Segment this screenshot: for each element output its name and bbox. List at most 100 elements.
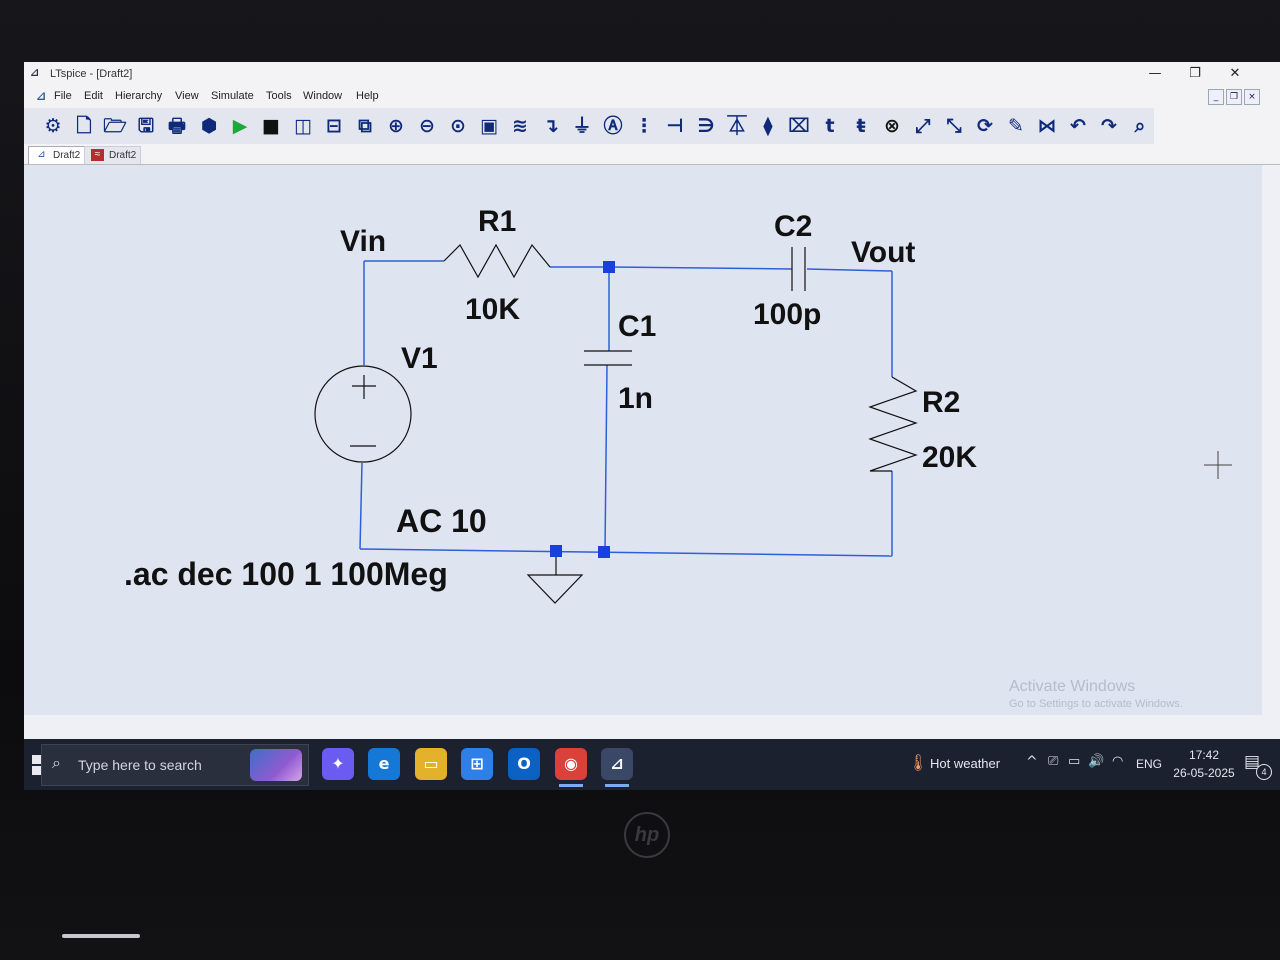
spice-directive[interactable]: .ac dec 100 1 100Meg: [124, 556, 448, 592]
autorange-icon[interactable]: ▣: [476, 114, 502, 138]
inductor-icon[interactable]: ∋: [693, 114, 719, 138]
save-icon[interactable]: 🖫: [133, 114, 159, 138]
ltspice-icon[interactable]: ⊿: [601, 748, 633, 787]
wire-bottom: [359, 548, 893, 557]
new-schematic-icon[interactable]: 🗋: [71, 114, 97, 138]
capacitor-c1[interactable]: [584, 350, 632, 366]
redo-icon[interactable]: ↷: [1096, 114, 1122, 138]
ac-analysis-icon[interactable]: ⬢: [196, 114, 222, 138]
menu-view[interactable]: View: [175, 90, 199, 102]
chevron-up-icon[interactable]: ^: [1026, 754, 1038, 770]
menu-edit[interactable]: Edit: [84, 90, 103, 102]
voltage-source-v1[interactable]: [314, 365, 412, 463]
v1-value[interactable]: AC 10: [396, 503, 487, 539]
clock-time[interactable]: 17:42: [1176, 748, 1232, 762]
edit-icon[interactable]: ✎: [1003, 114, 1029, 138]
move-icon[interactable]: ⤢: [910, 114, 936, 138]
waveform-icon[interactable]: ≋: [507, 114, 533, 138]
schematic-drawing[interactable]: Vin R1 10K C1 1n C2 100p Vout R2 20K V1 …: [24, 165, 1262, 715]
chrome-icon[interactable]: ◉: [555, 748, 587, 787]
minimize-button[interactable]: —: [1138, 64, 1172, 84]
file-explorer-icon[interactable]: ▭: [415, 748, 447, 780]
battery-icon[interactable]: ▭: [1068, 754, 1080, 769]
microsoft-store-icon[interactable]: ⊞: [461, 748, 493, 780]
tab-bar: ⊿ Draft2 ≈ Draft2: [24, 144, 1280, 165]
diode-icon[interactable]: ⏄: [724, 114, 750, 138]
delete-icon[interactable]: ⊗: [879, 114, 905, 138]
zoom-out-icon[interactable]: ⊖: [414, 114, 440, 138]
net-label-vout[interactable]: Vout: [851, 236, 915, 269]
close-button[interactable]: ✕: [1218, 64, 1252, 84]
resistor-r1[interactable]: [443, 243, 551, 279]
horizontal-scrollbar[interactable]: [24, 715, 1280, 739]
mdi-restore-button[interactable]: ❐: [1226, 89, 1242, 105]
run-icon[interactable]: ▶: [227, 114, 253, 138]
tile-horizontal-icon[interactable]: ⊟: [321, 114, 347, 138]
r1-value[interactable]: 10K: [465, 293, 520, 326]
find-icon[interactable]: ⌕: [1127, 114, 1153, 138]
control-panel-icon[interactable]: ⚙: [40, 114, 66, 138]
edge-icon[interactable]: e: [368, 748, 400, 780]
resistor-icon[interactable]: ⋮: [631, 114, 657, 138]
zoom-in-icon[interactable]: ⊕: [383, 114, 409, 138]
ground-icon[interactable]: ⏚: [569, 114, 595, 138]
r1-name[interactable]: R1: [478, 205, 516, 238]
c1-name[interactable]: C1: [618, 310, 656, 343]
menu-hierarchy[interactable]: Hierarchy: [115, 90, 162, 102]
menu-help[interactable]: Help: [356, 90, 379, 102]
halt-icon[interactable]: ■: [258, 114, 284, 138]
zoom-fit-icon[interactable]: ⊙: [445, 114, 471, 138]
ltspice-app-icon: ⊿: [30, 66, 40, 79]
volume-icon[interactable]: 🔊: [1088, 754, 1104, 769]
notification-count: 4: [1256, 764, 1272, 780]
menu-tools[interactable]: Tools: [266, 90, 292, 102]
copilot-icon[interactable]: ✦: [322, 748, 354, 780]
meet-now-icon[interactable]: ⎚: [1048, 754, 1058, 769]
document-icon[interactable]: ⊿: [36, 89, 46, 103]
spice-directive-icon[interactable]: ŧ: [848, 114, 874, 138]
menu-file[interactable]: File: [54, 90, 72, 102]
clock-date[interactable]: 26-05-2025: [1168, 766, 1240, 780]
resistor-r2[interactable]: [868, 376, 918, 472]
outlook-icon[interactable]: O: [508, 748, 540, 780]
r2-value[interactable]: 20K: [922, 441, 977, 474]
tile-vertical-icon[interactable]: ◫: [290, 114, 316, 138]
open-icon[interactable]: 🗁: [102, 114, 128, 138]
schematic-canvas[interactable]: Vin R1 10K C1 1n C2 100p Vout R2 20K V1 …: [24, 165, 1262, 715]
cascade-windows-icon[interactable]: ⧉: [352, 114, 378, 138]
tab-draft2-waveform[interactable]: ≈ Draft2: [84, 146, 142, 164]
wire-icon[interactable]: ↴: [538, 114, 564, 138]
net-label-icon[interactable]: ⌧: [786, 114, 812, 138]
undo-icon[interactable]: ↶: [1065, 114, 1091, 138]
mdi-close-button[interactable]: ×: [1244, 89, 1260, 105]
capacitor-icon[interactable]: ⊣: [662, 114, 688, 138]
mdi-minimize-button[interactable]: _: [1208, 89, 1224, 105]
c2-value[interactable]: 100p: [753, 298, 821, 331]
label-net-icon[interactable]: Ⓐ: [600, 114, 626, 138]
c2-name[interactable]: C2: [774, 210, 812, 243]
language-indicator[interactable]: ENG: [1136, 757, 1162, 771]
rotate-icon[interactable]: ⟳: [972, 114, 998, 138]
tab-draft2-schematic[interactable]: ⊿ Draft2: [28, 146, 86, 164]
wire-c2-vout: [806, 268, 893, 272]
menu-window[interactable]: Window: [303, 90, 342, 102]
vertical-scrollbar[interactable]: [1262, 165, 1280, 715]
drag-icon[interactable]: ⤡: [941, 114, 967, 138]
thermometer-icon[interactable]: 🌡: [908, 753, 928, 772]
print-icon[interactable]: 🖶: [164, 114, 190, 138]
menu-simulate[interactable]: Simulate: [211, 90, 254, 102]
r2-name[interactable]: R2: [922, 386, 960, 419]
c1-value[interactable]: 1n: [618, 382, 653, 415]
v1-name[interactable]: V1: [401, 342, 438, 375]
net-label-vin[interactable]: Vin: [340, 225, 386, 258]
component-icon[interactable]: ⧫: [755, 114, 781, 138]
taskbar-search[interactable]: ⌕ Type here to search: [41, 744, 309, 786]
text-icon[interactable]: t: [817, 114, 843, 138]
mirror-icon[interactable]: ⋈: [1034, 114, 1060, 138]
maximize-button[interactable]: ❐: [1178, 64, 1212, 84]
ground-symbol[interactable]: [526, 549, 584, 604]
weather-widget[interactable]: Hot weather: [930, 756, 1000, 771]
wifi-icon[interactable]: ◠: [1112, 754, 1123, 769]
wire-node-c2: [608, 266, 793, 270]
capacitor-c2[interactable]: [791, 247, 806, 291]
